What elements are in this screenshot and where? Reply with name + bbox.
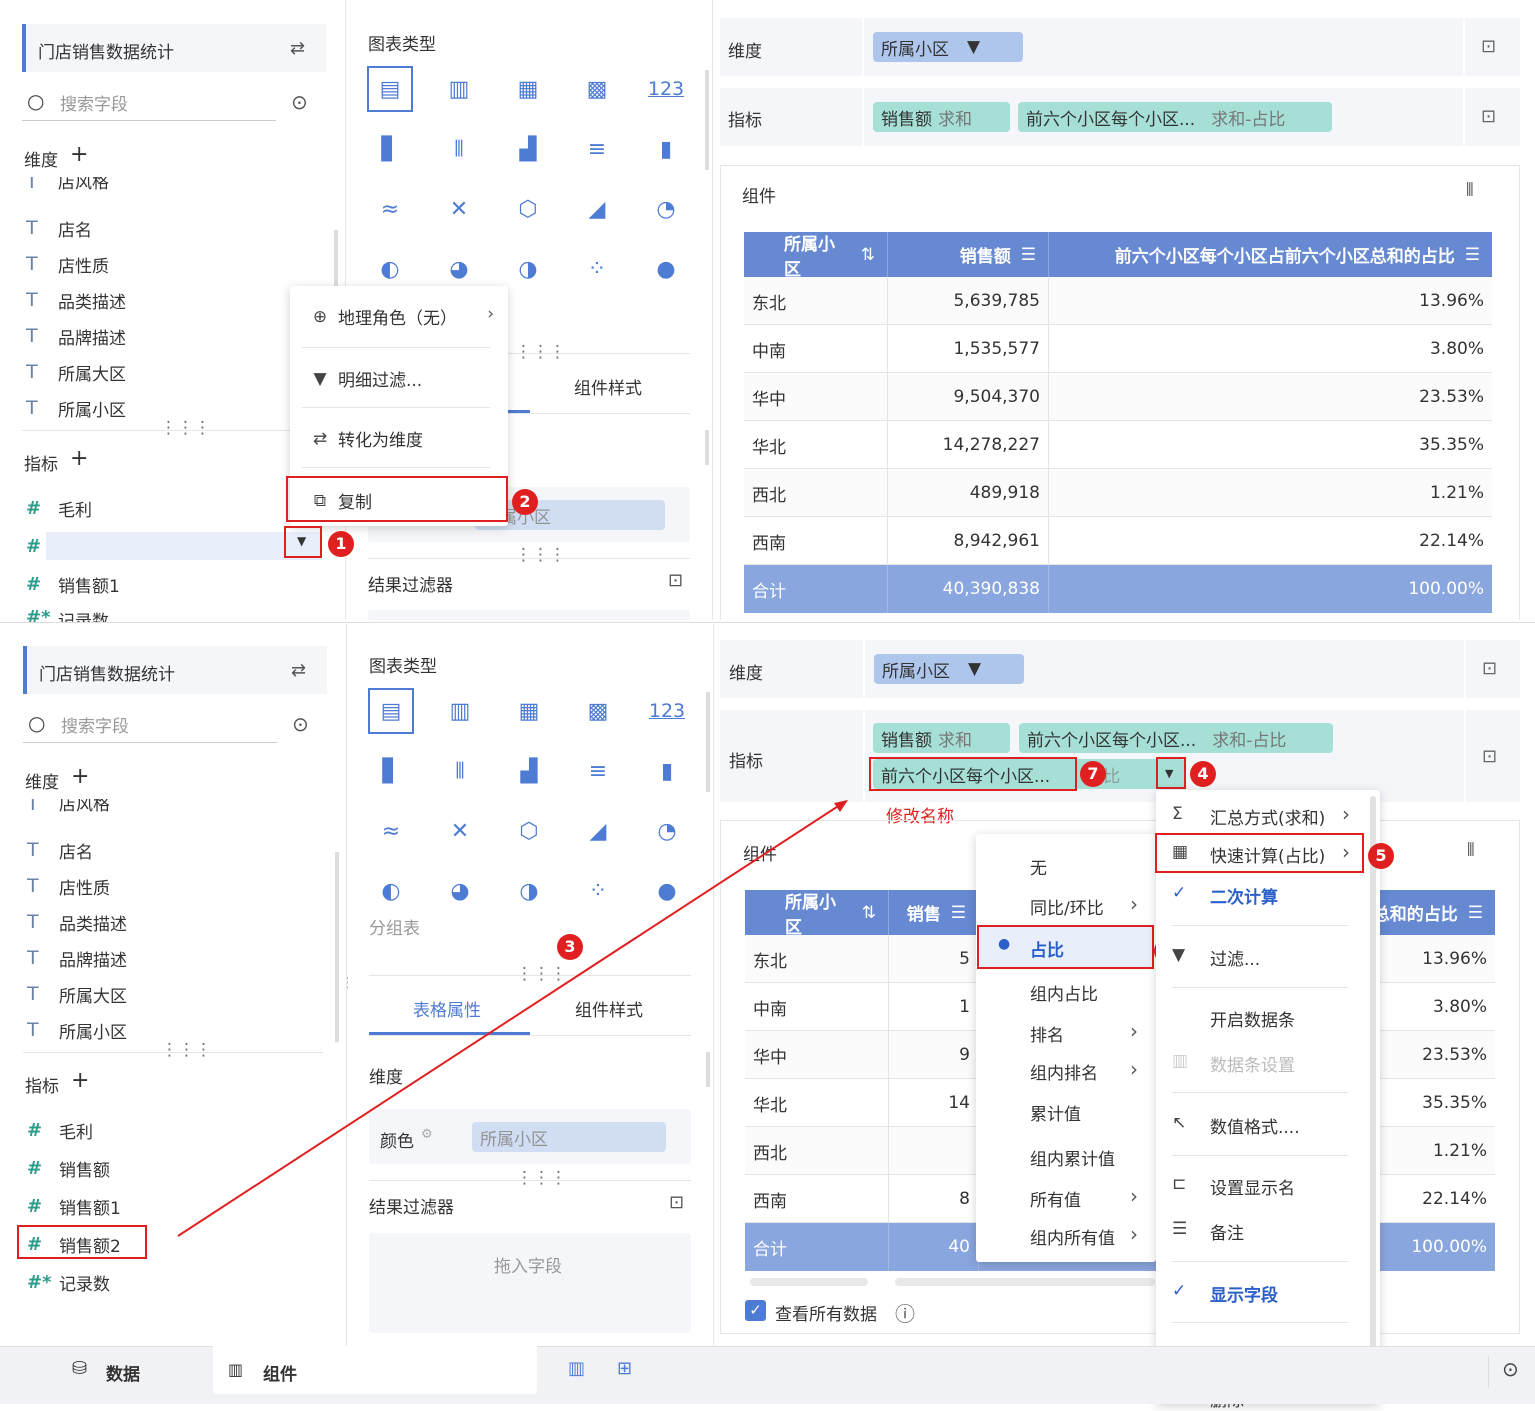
add-chart-icon[interactable]: ▥ <box>568 1358 585 1379</box>
step-badge: 3 <box>557 934 583 960</box>
bar-chart-icon: ▥ <box>228 1360 244 1379</box>
database-icon: ⛁ <box>72 1358 88 1379</box>
tab-component-box[interactable] <box>213 1346 537 1394</box>
tab-component[interactable]: 组件 <box>263 1360 297 1385</box>
annotation-arrow <box>177 800 848 1237</box>
collapse-up-icon[interactable]: ⊙ <box>1502 1357 1519 1381</box>
add-table-icon[interactable]: ⊞ <box>617 1358 632 1379</box>
tab-data[interactable]: 数据 <box>106 1360 140 1385</box>
